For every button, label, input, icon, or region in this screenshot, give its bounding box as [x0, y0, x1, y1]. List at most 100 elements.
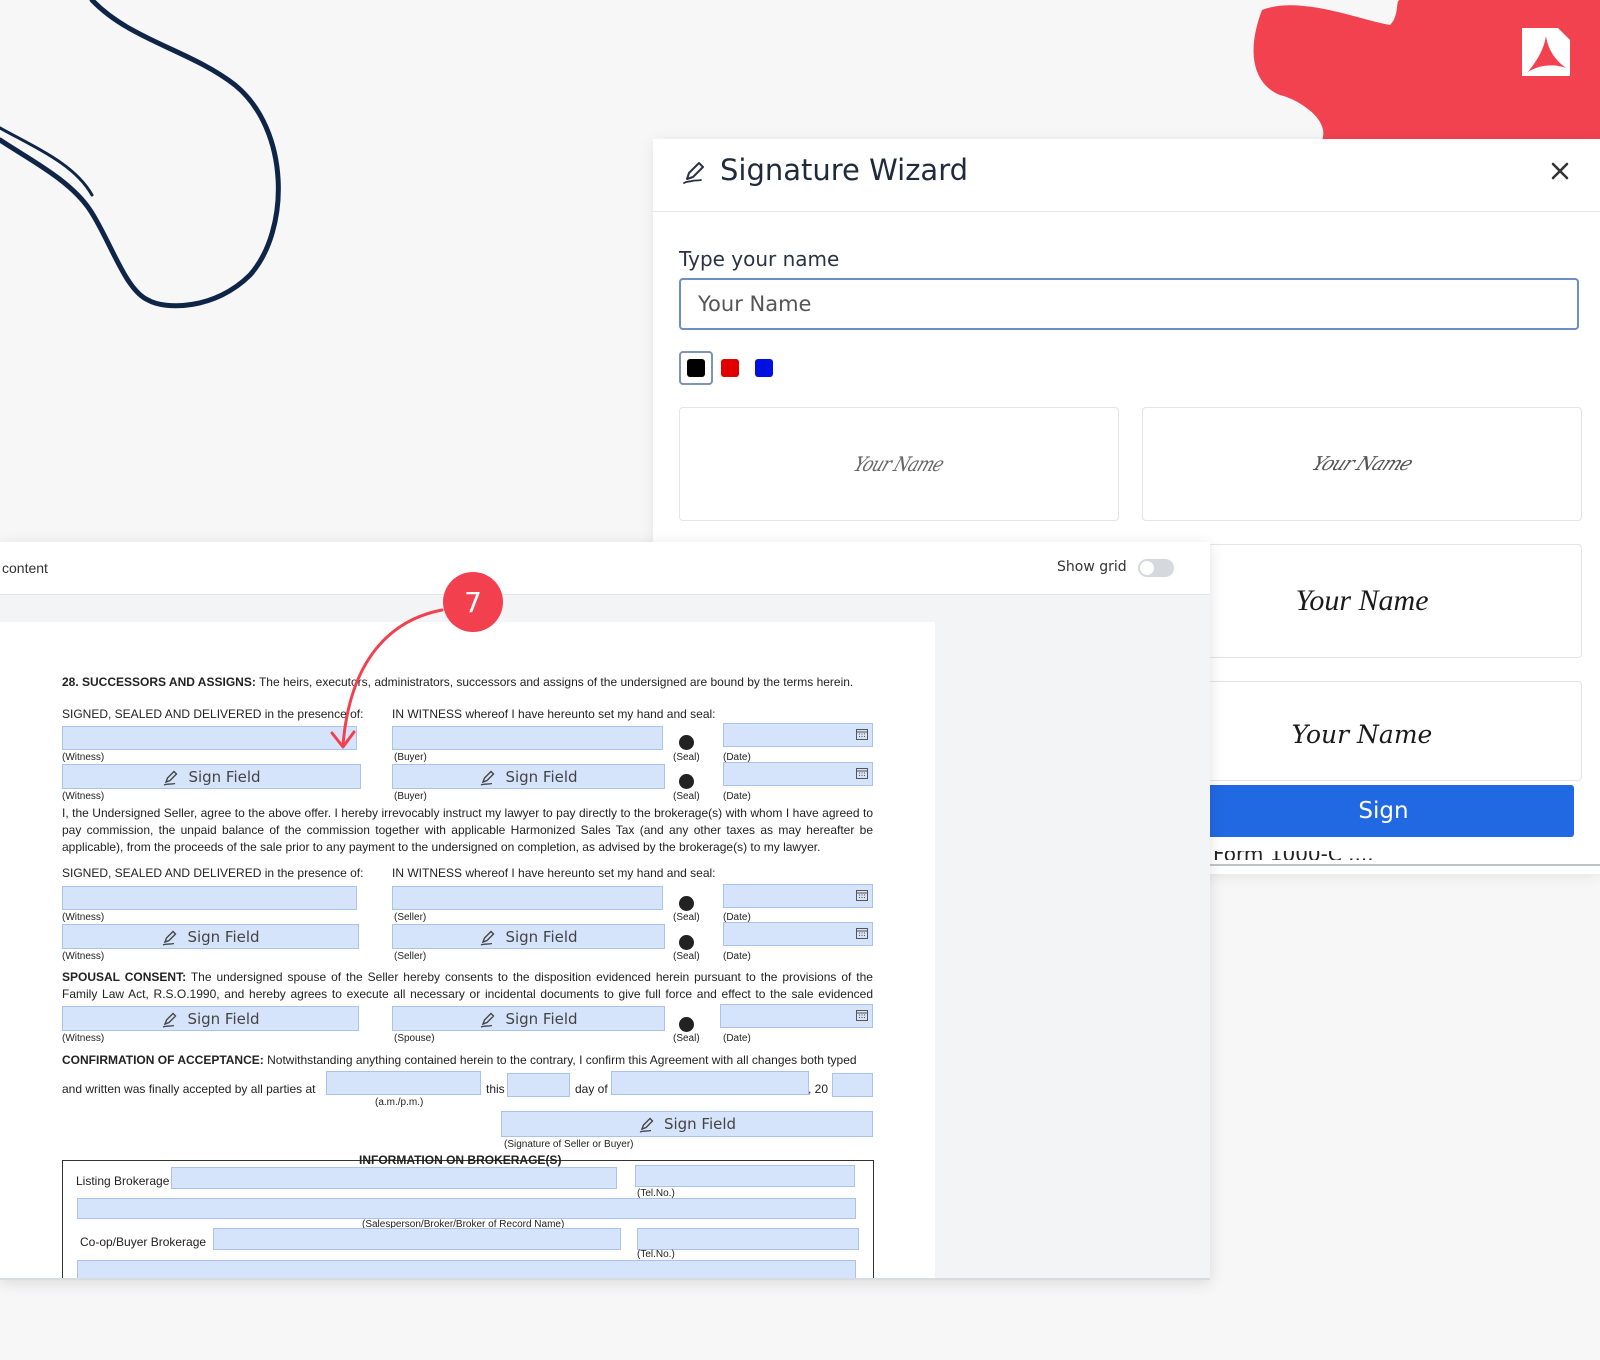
buyer-label: (Buyer)	[394, 752, 427, 763]
seller-label: (Seller)	[394, 951, 427, 962]
sign-button[interactable]: Sign	[1193, 785, 1574, 837]
step-badge: 7	[443, 572, 503, 632]
date-label: (Date)	[723, 791, 751, 802]
spouse-label: (Spouse)	[394, 1033, 435, 1044]
witness-label: (Witness)	[62, 752, 105, 763]
pen-icon	[481, 1012, 495, 1028]
day-of-label: day of	[575, 1082, 608, 1096]
sign-field[interactable]: Sign Field	[392, 924, 665, 949]
date-field[interactable]	[723, 723, 873, 747]
year-field[interactable]	[832, 1073, 873, 1097]
signature-preview-text: Your Name	[850, 452, 948, 476]
color-swatches	[679, 351, 781, 385]
seller-label: (Seller)	[394, 912, 427, 923]
calendar-icon[interactable]	[856, 889, 868, 901]
show-grid-label: Show grid	[1057, 559, 1127, 575]
signature-preview-text: Your Name	[1307, 453, 1417, 475]
pdf-logo-icon	[1522, 28, 1570, 76]
seal-mark	[679, 935, 694, 950]
buyer-field[interactable]	[392, 726, 663, 750]
ampm-label: (a.m./p.m.)	[375, 1097, 424, 1108]
seal-mark	[679, 774, 694, 789]
date-label: (Date)	[723, 951, 751, 962]
sign-field[interactable]: Sign Field	[501, 1111, 873, 1137]
accepted-at-label: and written was finally accepted by all …	[62, 1082, 316, 1096]
seal-mark	[679, 735, 694, 750]
successors-line: 28. SUCCESSORS AND ASSIGNS: The heirs, e…	[62, 675, 854, 689]
witness-label: (Witness)	[62, 1033, 105, 1044]
date-field[interactable]	[720, 1004, 873, 1028]
signature-option-2[interactable]: Your Name	[1142, 407, 1582, 521]
seller-field[interactable]	[392, 886, 663, 910]
pen-icon	[683, 162, 704, 184]
witness-field[interactable]	[62, 726, 357, 750]
calendar-icon[interactable]	[856, 1009, 868, 1021]
agreement-content: 28. SUCCESSORS AND ASSIGNS: The heirs, e…	[0, 622, 935, 1278]
seal-label: (Seal)	[673, 1033, 700, 1044]
date-field[interactable]	[723, 762, 873, 786]
witness-field[interactable]	[62, 886, 357, 910]
month-field[interactable]	[611, 1071, 809, 1095]
brokerage-heading: INFORMATION ON BROKERAGE(S)	[359, 1153, 562, 1167]
day-field[interactable]	[507, 1073, 570, 1097]
sign-field[interactable]: Sign Field	[392, 1006, 665, 1031]
witness-label: (Witness)	[62, 912, 105, 923]
sign-field[interactable]: Sign Field	[62, 1006, 359, 1031]
date-field[interactable]	[723, 884, 873, 908]
pen-icon	[164, 770, 178, 786]
name-input[interactable]	[679, 278, 1579, 330]
wizard-header: Signature Wizard	[653, 139, 1600, 212]
this-label: this	[486, 1082, 505, 1096]
coop-tel-field[interactable]	[637, 1228, 859, 1250]
signature-seller-buyer-label: (Signature of Seller or Buyer)	[504, 1139, 634, 1150]
signature-option-1[interactable]: Your Name	[679, 407, 1119, 521]
listing-brokerage-label: Listing Brokerage	[76, 1174, 170, 1188]
date-field[interactable]	[723, 922, 873, 946]
coop-brokerage-label: Co-op/Buyer Brokerage	[80, 1235, 207, 1249]
calendar-icon[interactable]	[856, 767, 868, 779]
close-icon[interactable]	[1548, 159, 1572, 183]
color-swatch-black[interactable]	[679, 351, 713, 385]
sign-field[interactable]: Sign Field	[62, 764, 361, 789]
sign-field[interactable]: Sign Field	[62, 924, 359, 949]
content-tab[interactable]: content	[2, 560, 48, 576]
pen-icon	[163, 930, 177, 946]
pen-icon	[481, 770, 495, 786]
confirmation-line: CONFIRMATION OF ACCEPTANCE: Notwithstand…	[62, 1053, 857, 1067]
wizard-title: Signature Wizard	[720, 153, 969, 187]
listing-tel-field[interactable]	[635, 1165, 855, 1187]
seal-label: (Seal)	[673, 951, 700, 962]
coop-salesperson-field[interactable]	[77, 1260, 856, 1278]
signed-presence-label: SIGNED, SEALED AND DELIVERED in the pres…	[62, 866, 364, 880]
listing-salesperson-field[interactable]	[77, 1198, 856, 1219]
buyer-label: (Buyer)	[394, 791, 427, 802]
calendar-icon[interactable]	[856, 728, 868, 740]
color-swatch-blue[interactable]	[747, 351, 781, 385]
pen-icon	[481, 930, 495, 946]
signature-preview-text: Your Name	[1295, 584, 1429, 617]
seal-mark	[679, 1017, 694, 1032]
decorative-red-blob	[1253, 0, 1600, 140]
divider	[1193, 864, 1600, 866]
editor-toolbar: content Show grid	[0, 542, 1210, 595]
cut-off-text: Form 1000-C ....	[1213, 851, 1374, 860]
listing-brokerage-field[interactable]	[171, 1167, 617, 1189]
document-page: 28. SUCCESSORS AND ASSIGNS: The heirs, e…	[0, 622, 935, 1278]
calendar-icon[interactable]	[856, 927, 868, 939]
sign-field[interactable]: Sign Field	[392, 764, 665, 789]
coop-brokerage-field[interactable]	[213, 1228, 621, 1250]
seal-label: (Seal)	[673, 752, 700, 763]
seal-mark	[679, 896, 694, 911]
seal-label: (Seal)	[673, 791, 700, 802]
signature-preview-text: Your Name	[1291, 720, 1433, 749]
time-field[interactable]	[326, 1071, 481, 1095]
date-label: (Date)	[723, 1033, 751, 1044]
undersigned-seller-paragraph: I, the Undersigned Seller, agree to the …	[62, 806, 873, 854]
show-grid-toggle[interactable]	[1138, 559, 1174, 577]
signed-presence-label: SIGNED, SEALED AND DELIVERED in the pres…	[62, 707, 364, 721]
document-editor: content Show grid 28. SUCCESSORS AND ASS…	[0, 542, 1210, 1280]
witness-label: (Witness)	[62, 951, 105, 962]
name-label: Type your name	[679, 247, 840, 271]
color-swatch-red[interactable]	[713, 351, 747, 385]
in-witness-label: IN WITNESS whereof I have hereunto set m…	[392, 707, 716, 721]
